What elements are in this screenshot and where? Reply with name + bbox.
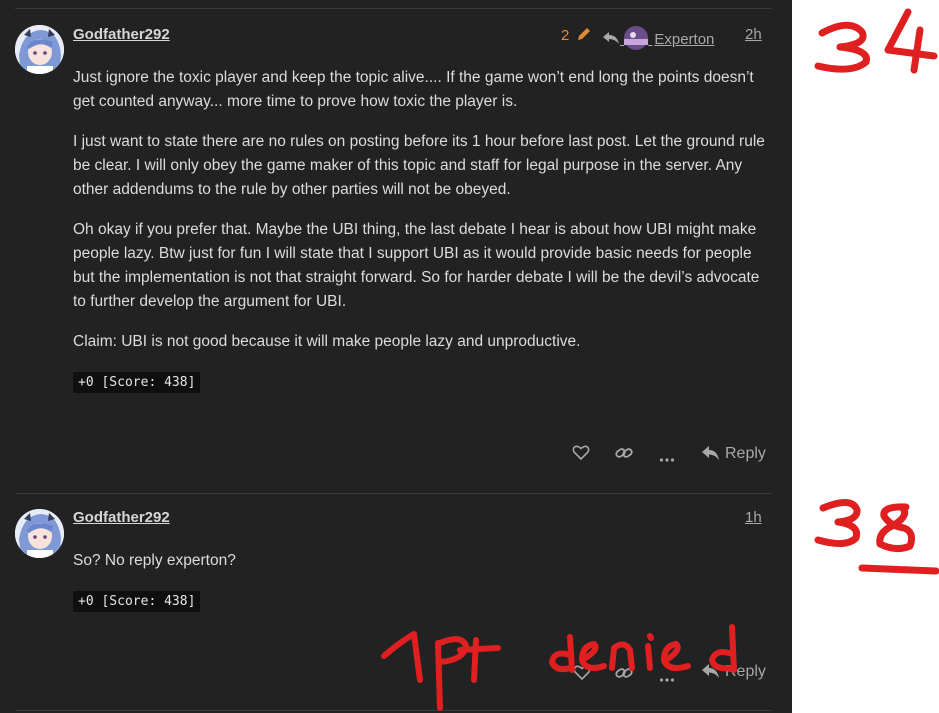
handwritten-annotations bbox=[381, 8, 939, 711]
annotation-number-38 bbox=[814, 499, 939, 575]
annotation-number-34 bbox=[814, 8, 938, 74]
annotation-1pt-denied bbox=[381, 624, 737, 711]
